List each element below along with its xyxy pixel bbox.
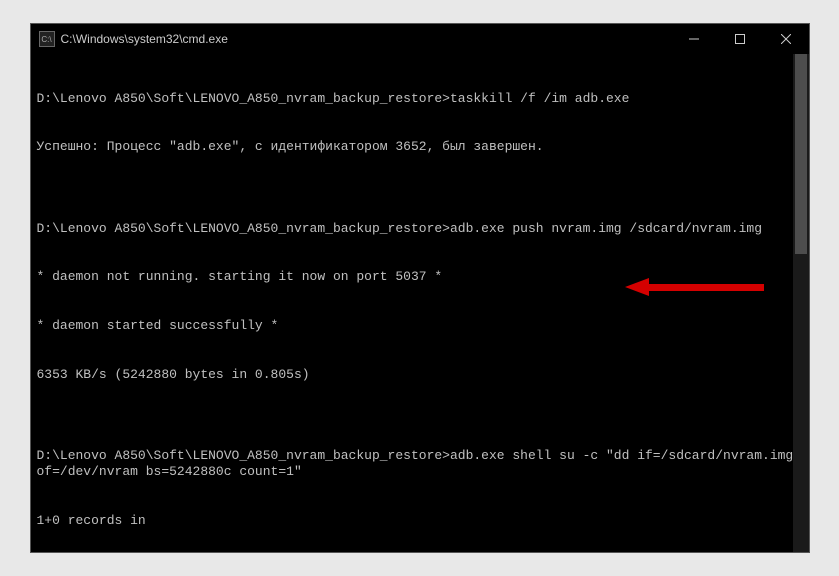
vertical-scrollbar[interactable]: [793, 54, 809, 552]
cmd-icon: C:\: [39, 31, 55, 47]
terminal-line: 1+0 records in: [37, 513, 803, 529]
close-icon: [781, 34, 791, 44]
arrow-left-icon: [625, 278, 649, 296]
terminal-line: D:\Lenovo A850\Soft\LENOVO_A850_nvram_ba…: [37, 91, 803, 107]
window-controls: [671, 24, 809, 54]
terminal-line: D:\Lenovo A850\Soft\LENOVO_A850_nvram_ba…: [37, 448, 803, 481]
terminal-line: * daemon started successfully *: [37, 318, 803, 334]
terminal-line: D:\Lenovo A850\Soft\LENOVO_A850_nvram_ba…: [37, 221, 803, 237]
maximize-icon: [735, 34, 745, 44]
window-title: C:\Windows\system32\cmd.exe: [61, 32, 671, 46]
arrow-shaft: [649, 284, 764, 291]
close-button[interactable]: [763, 24, 809, 54]
annotation-arrow: [625, 278, 764, 296]
terminal-line: 6353 KB/s (5242880 bytes in 0.805s): [37, 367, 803, 383]
minimize-button[interactable]: [671, 24, 717, 54]
terminal-line: Успешно: Процесс "adb.exe", с идентифика…: [37, 139, 803, 155]
minimize-icon: [689, 34, 699, 44]
terminal-output[interactable]: D:\Lenovo A850\Soft\LENOVO_A850_nvram_ba…: [31, 54, 809, 552]
titlebar[interactable]: C:\ C:\Windows\system32\cmd.exe: [31, 24, 809, 54]
maximize-button[interactable]: [717, 24, 763, 54]
scroll-thumb[interactable]: [795, 54, 807, 254]
